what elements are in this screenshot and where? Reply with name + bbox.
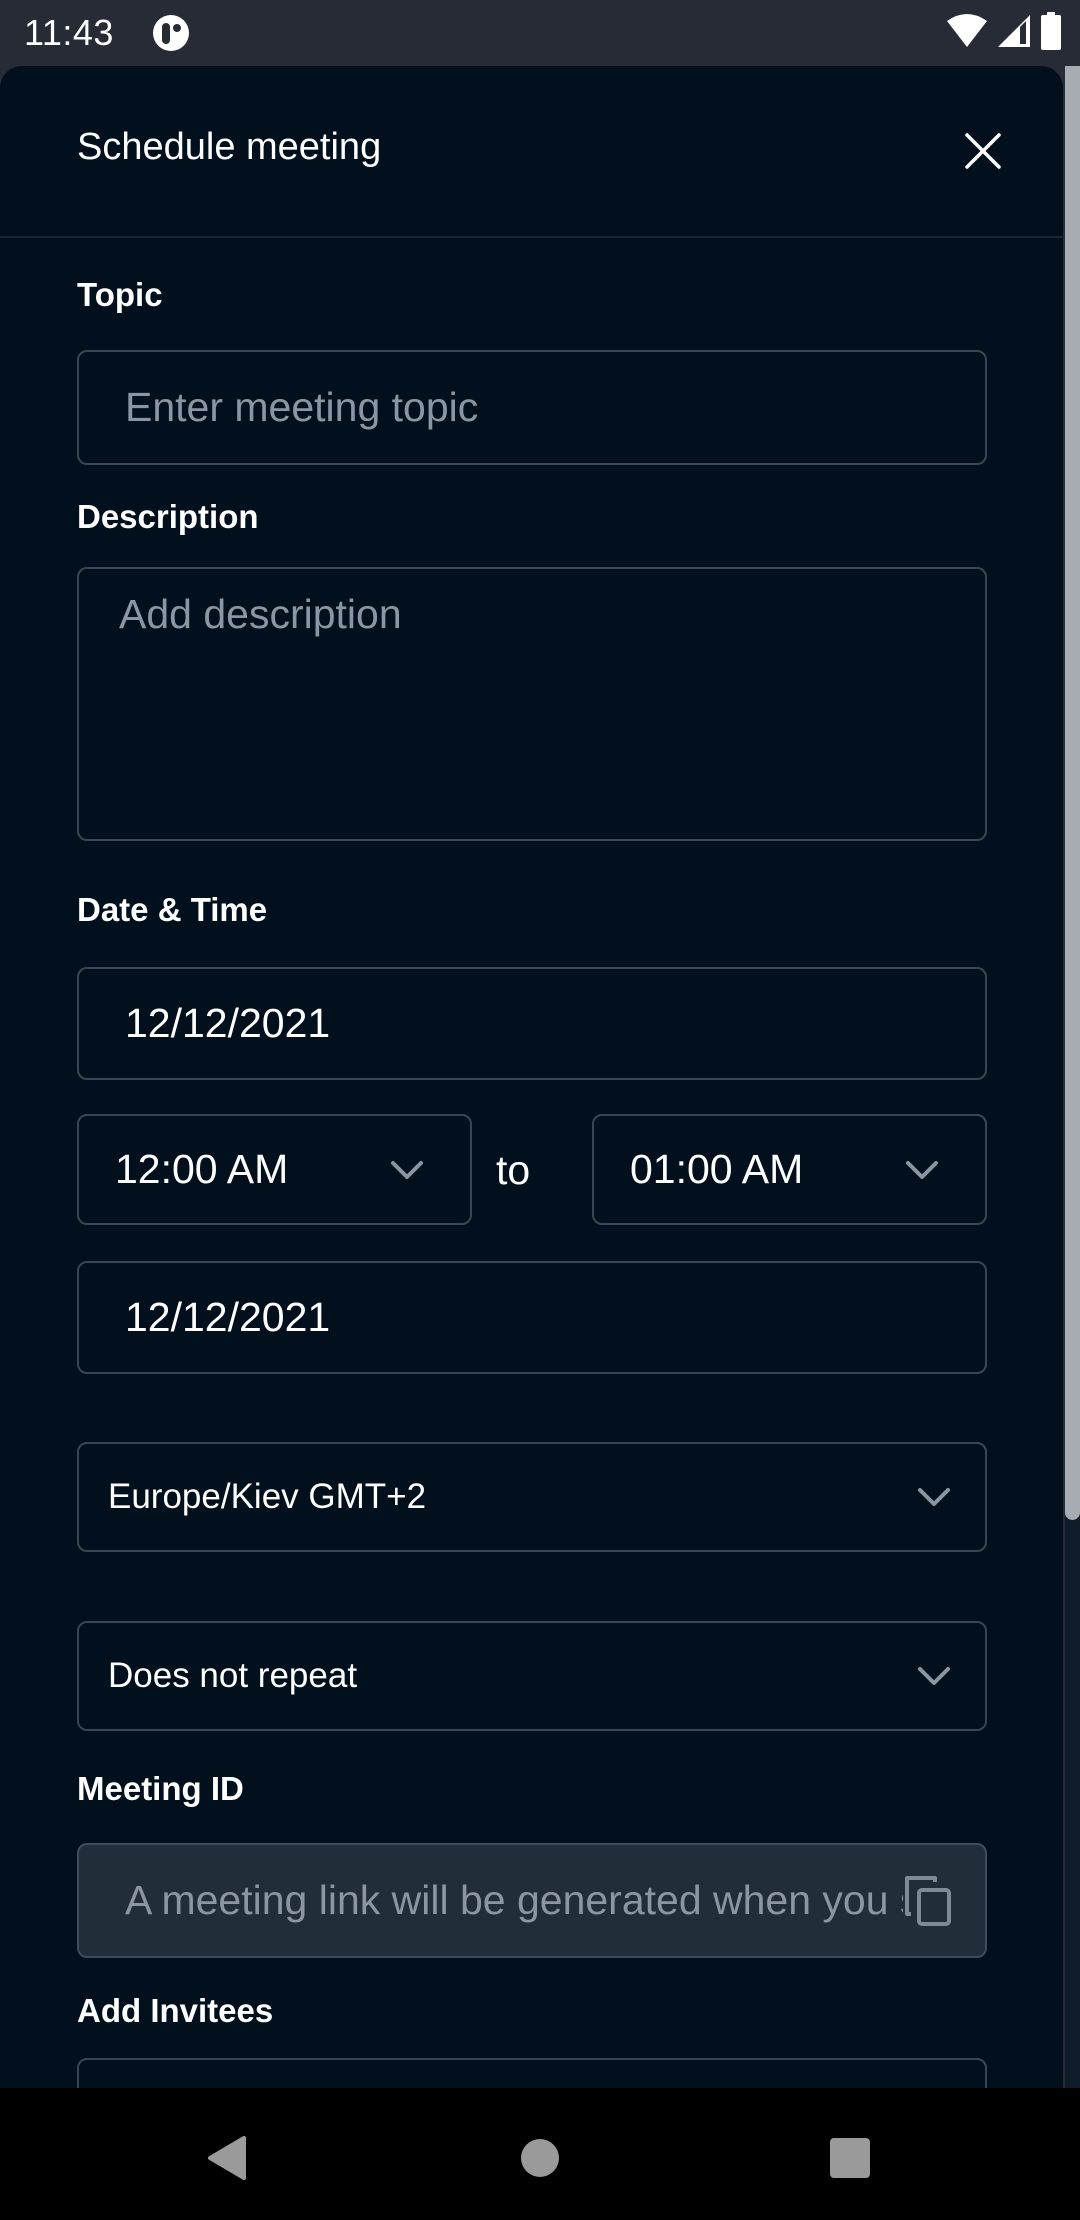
meeting-id-label: Meeting ID	[77, 1770, 244, 1807]
timezone-select[interactable]: Europe/Kiev GMT+2	[77, 1442, 987, 1552]
topic-placeholder: Enter meeting topic	[125, 384, 479, 430]
time-separator: to	[496, 1147, 531, 1193]
notification-app-icon	[152, 14, 190, 52]
chevron-down-icon	[918, 1488, 950, 1506]
topic-input[interactable]: Enter meeting topic	[77, 350, 987, 465]
back-icon	[208, 2136, 246, 2180]
battery-icon	[1040, 11, 1062, 55]
date-time-label: Date & Time	[77, 891, 268, 928]
dialog-header: Schedule meeting	[0, 66, 1063, 238]
copy-icon	[905, 1875, 951, 1926]
repeat-select[interactable]: Does not repeat	[77, 1621, 987, 1731]
end-date-input[interactable]: 12/12/2021	[77, 1261, 987, 1374]
topic-label: Topic	[77, 276, 163, 313]
timezone-value: Europe/Kiev GMT+2	[108, 1477, 427, 1516]
description-label: Description	[77, 498, 259, 535]
description-placeholder: Add description	[119, 591, 402, 637]
back-button[interactable]	[196, 2128, 256, 2188]
close-button[interactable]	[958, 126, 1008, 176]
start-date-input[interactable]: 12/12/2021	[77, 967, 987, 1080]
start-date-value: 12/12/2021	[125, 1000, 331, 1046]
chevron-down-icon	[918, 1667, 950, 1685]
end-time-select[interactable]: 01:00 AM	[592, 1114, 987, 1225]
end-date-value: 12/12/2021	[125, 1294, 331, 1340]
end-time-value: 01:00 AM	[630, 1146, 804, 1192]
recents-button[interactable]	[820, 2128, 880, 2188]
description-textarea[interactable]: Add description	[77, 567, 987, 841]
status-time: 11:43	[24, 12, 114, 53]
copy-link-button[interactable]	[903, 1873, 953, 1928]
add-invitees-label: Add Invitees	[77, 1992, 274, 2029]
wifi-icon	[946, 13, 988, 54]
close-icon	[965, 133, 1001, 169]
home-icon	[521, 2139, 559, 2177]
dialog-title: Schedule meeting	[77, 126, 382, 168]
schedule-meeting-sheet: Schedule meeting Topic Enter meeting top…	[0, 66, 1063, 2088]
scrollbar-thumb[interactable]	[1065, 66, 1080, 1520]
system-nav-bar	[0, 2088, 1080, 2220]
meeting-id-placeholder: A meeting link will be generated when yo…	[125, 1877, 919, 1923]
start-time-select[interactable]: 12:00 AM	[77, 1114, 472, 1225]
meeting-id-input: A meeting link will be generated when yo…	[77, 1843, 987, 1958]
invitees-input[interactable]	[77, 2058, 987, 2088]
chevron-down-icon	[391, 1160, 423, 1179]
status-bar: 11:43	[0, 0, 1080, 66]
start-time-value: 12:00 AM	[115, 1146, 289, 1192]
cellular-signal-icon	[996, 13, 1032, 54]
chevron-down-icon	[906, 1160, 938, 1179]
status-icons	[946, 11, 1062, 55]
home-button[interactable]	[510, 2128, 570, 2188]
recents-icon	[830, 2138, 870, 2178]
repeat-value: Does not repeat	[108, 1656, 358, 1695]
